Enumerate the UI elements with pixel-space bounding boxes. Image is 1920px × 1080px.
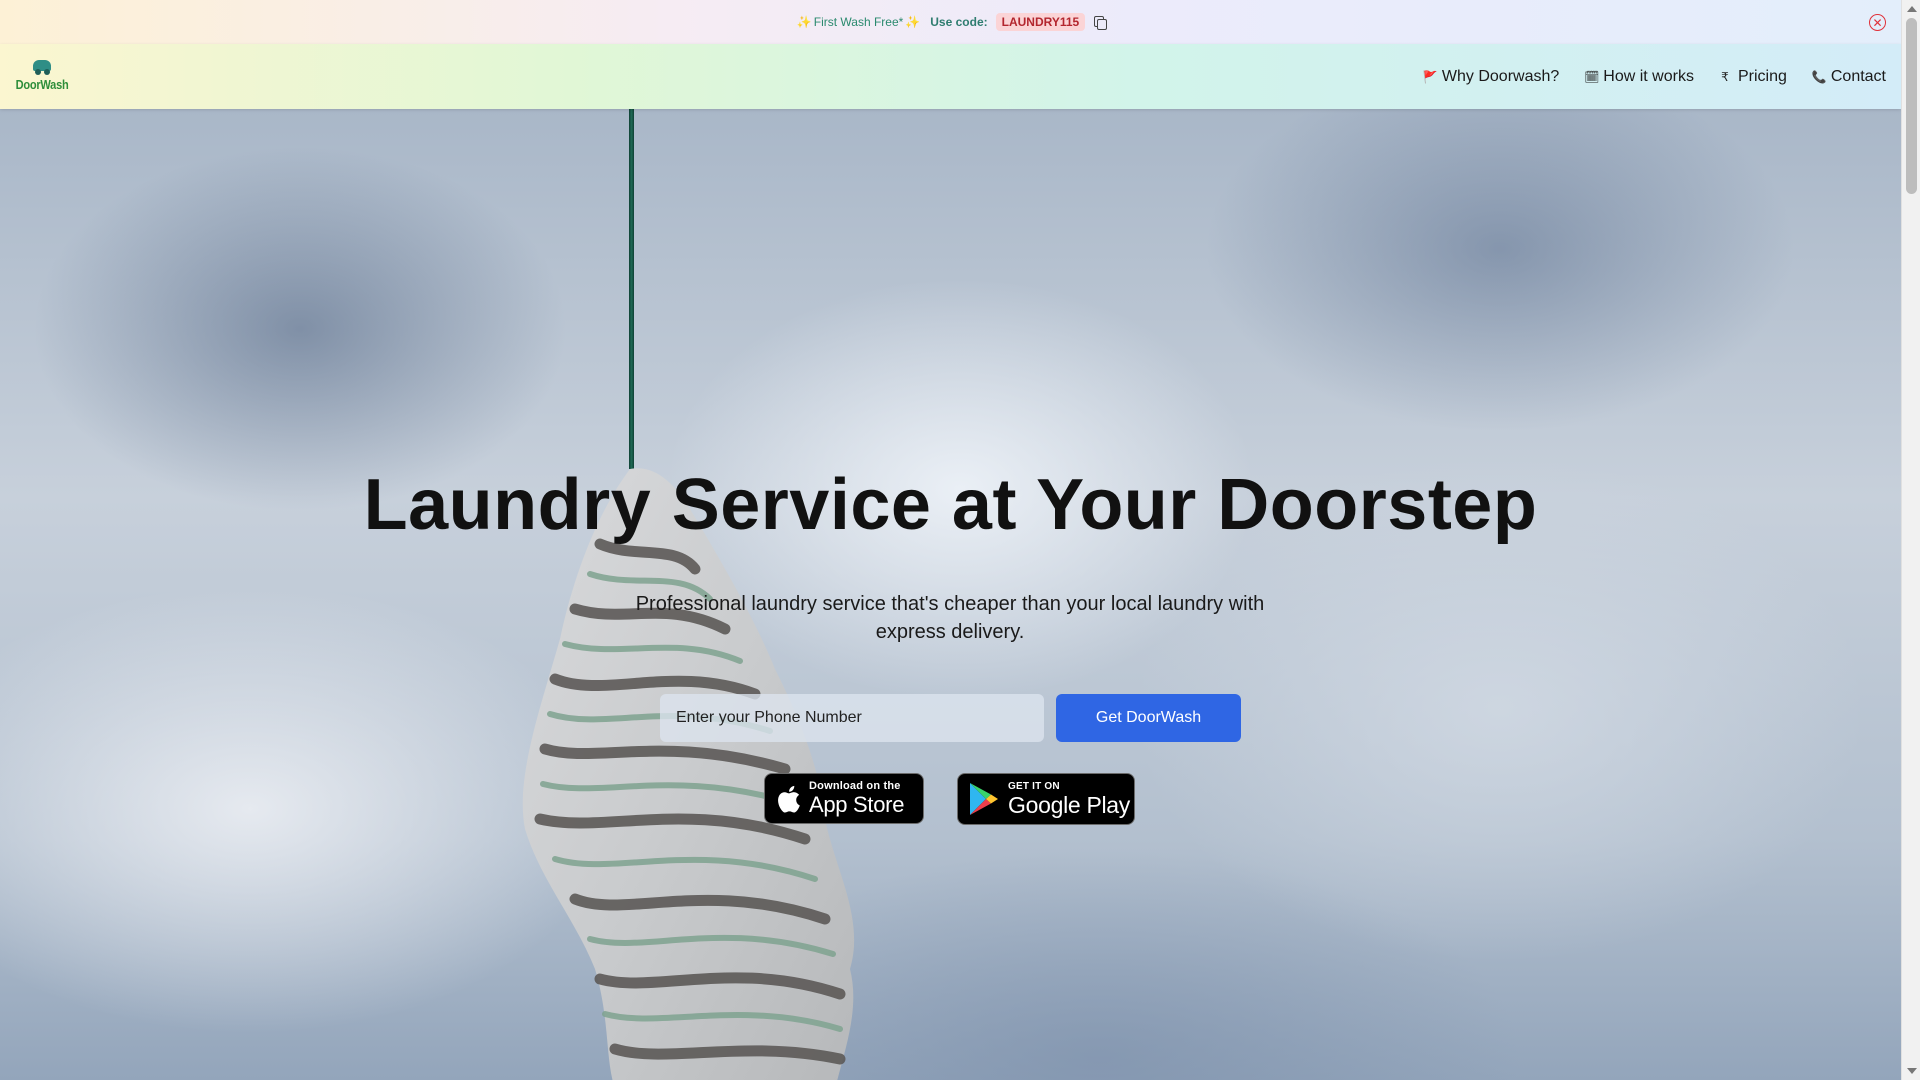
scrollbar-thumb[interactable] [1906,18,1917,194]
promo-bar: ✨ First Wash Free* ✨ Use code: LAUNDRY11… [0,0,1901,44]
app-store-badge[interactable]: Download on the App Store [764,773,924,824]
calendar-icon: 🗓 [1584,69,1600,84]
nav-item-label: Contact [1830,67,1886,85]
flag-icon: 🚩 [1422,69,1438,84]
phone-number-input[interactable] [660,694,1044,742]
get-doorwash-button[interactable]: Get DoorWash [1056,694,1241,742]
scroll-up-arrow-icon[interactable] [1907,6,1917,12]
viewport: ✨ First Wash Free* ✨ Use code: LAUNDRY11… [0,0,1901,1080]
app-store-text: Download on the App Store [809,781,904,816]
apple-icon [778,785,800,813]
nav-item-label: Pricing [1737,67,1787,85]
nav-item-how-it-works[interactable]: 🗓 How it works [1584,68,1694,86]
app-store-big: App Store [809,792,905,817]
main-nav: 🚩 Why Doorwash? 🗓 How it works ₹ Pricing… [1398,44,1886,109]
nav-item-pricing[interactable]: ₹ Pricing [1719,68,1787,86]
sparkle-icon: ✨ [796,15,812,29]
google-play-text: GET IT ON Google Play [1008,780,1130,818]
promo-offer: First Wash Free* [813,15,904,29]
brand-name: DoorWash [15,77,69,92]
google-play-big: Google Play [1008,791,1130,818]
scroll-down-arrow-icon[interactable] [1907,1068,1917,1074]
nav-item-label: Why Doorwash? [1441,67,1560,85]
use-code-label: Use code: [930,15,988,29]
nav-item-why-doorwash[interactable]: 🚩 Why Doorwash? [1423,68,1559,86]
signup-form: Get DoorWash [660,694,1241,742]
phone-icon: 📞 [1811,69,1827,84]
sparkle-icon: ✨ [905,15,921,29]
nav-item-contact[interactable]: 📞 Contact [1812,68,1886,86]
hero-section: Laundry Service at Your Doorstep Profess… [0,109,1901,1080]
rope-image [629,109,634,469]
vertical-scrollbar[interactable] [1901,0,1920,1080]
google-play-badge[interactable]: GET IT ON Google Play [957,773,1135,825]
close-icon[interactable]: ✕ [1869,14,1886,31]
google-play-small: GET IT ON [1008,780,1060,792]
rupee-icon: ₹ [1721,69,1729,84]
truck-icon [29,58,55,75]
brand-logo[interactable]: DoorWash [14,58,70,98]
hero-subtitle: Professional laundry service that's chea… [635,593,1265,643]
navbar: DoorWash 🚩 Why Doorwash? 🗓 How it works … [0,44,1901,109]
copy-icon[interactable] [1093,15,1108,30]
google-play-icon [970,783,998,815]
nav-item-label: How it works [1603,67,1694,85]
hero-title: Laundry Service at Your Doorstep [363,465,1538,545]
app-store-small: Download on the [809,780,901,792]
promo-code[interactable]: LAUNDRY115 [995,13,1086,31]
